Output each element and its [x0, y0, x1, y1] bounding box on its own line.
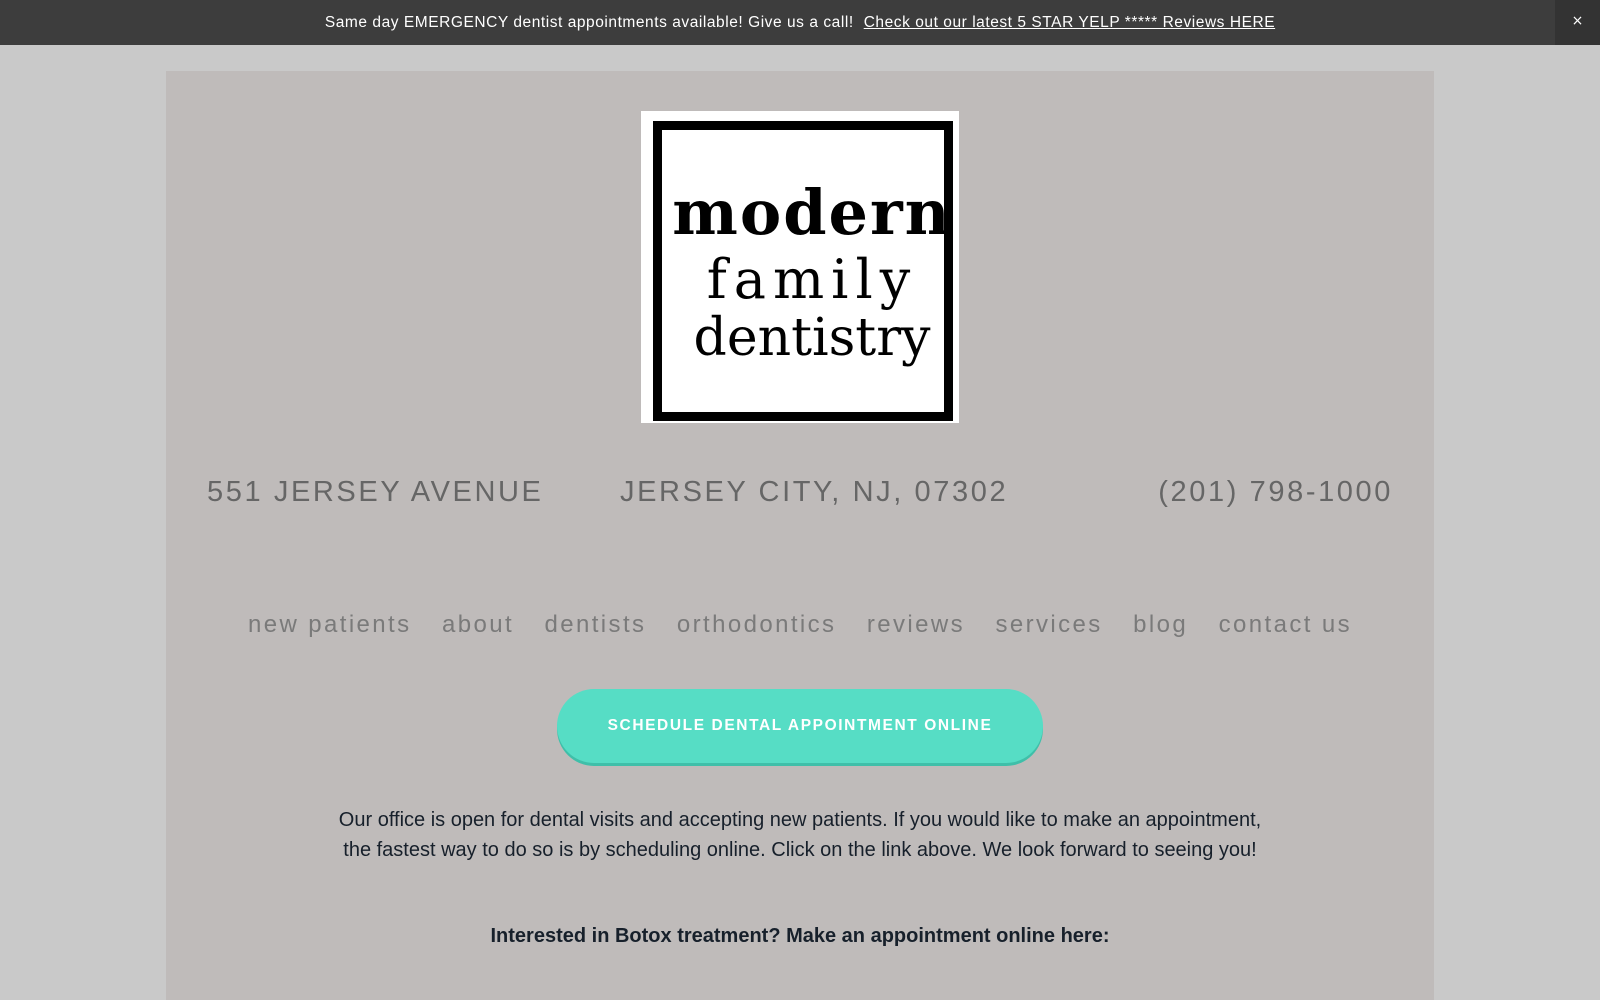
site-logo[interactable]: modern family dentistry [641, 111, 959, 423]
logo-text-modern: modern [672, 176, 952, 249]
nav-item-blog[interactable]: blog [1133, 611, 1188, 639]
yelp-reviews-link[interactable]: Check out our latest 5 STAR YELP ***** R… [864, 14, 1275, 31]
nav-item-new-patients[interactable]: new patients [248, 611, 412, 639]
nav-item-contact-us[interactable]: contact us [1219, 611, 1352, 639]
schedule-appointment-button[interactable]: SCHEDULE DENTAL APPOINTMENT ONLINE [557, 689, 1043, 763]
street-address: 551 JERSEY AVENUE [207, 476, 544, 508]
logo-text-dentistry: dentistry [693, 308, 931, 368]
main-navigation: new patients about dentists orthodontics… [166, 611, 1434, 639]
nav-item-services[interactable]: services [995, 611, 1102, 639]
announcement-text: Same day EMERGENCY dentist appointments … [324, 14, 854, 31]
announcement-content: Same day EMERGENCY dentist appointments … [0, 0, 1600, 45]
nav-item-orthodontics[interactable]: orthodontics [677, 611, 837, 639]
close-icon: × [1571, 13, 1584, 29]
nav-item-dentists[interactable]: dentists [545, 611, 647, 639]
office-open-notice: Our office is open for dental visits and… [338, 809, 1262, 861]
close-announcement-button[interactable]: × [1555, 0, 1600, 45]
logo-frame: modern family dentistry [653, 121, 953, 421]
header-panel: modern family dentistry 551 JERSEY AVENU… [166, 71, 1434, 1000]
announcement-bar: Same day EMERGENCY dentist appointments … [0, 0, 1600, 45]
phone-number[interactable]: (201) 798-1000 [1158, 476, 1393, 509]
nav-item-reviews[interactable]: reviews [867, 611, 965, 639]
nav-item-about[interactable]: about [442, 611, 514, 639]
botox-heading: Interested in Botox treatment? Make an a… [490, 925, 1110, 947]
logo-text-family: family [706, 248, 918, 311]
city-state-zip: JERSEY CITY, NJ, 07302 [620, 476, 1009, 508]
